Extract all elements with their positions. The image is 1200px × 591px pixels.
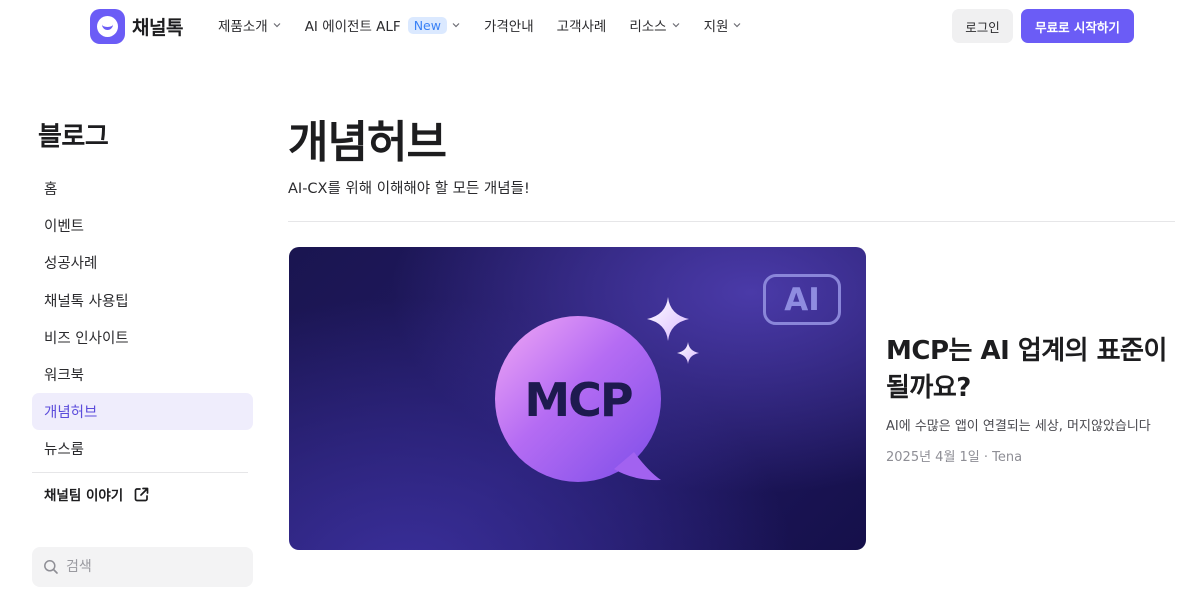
nav-item-label: 가격안내 <box>483 19 534 35</box>
external-link-label: 채널팀 이야기 <box>44 488 124 504</box>
sidebar-item-events[interactable]: 이벤트 <box>32 207 253 244</box>
main-divider <box>288 221 1175 222</box>
page-title: 개념허브 <box>288 117 447 168</box>
page-description: AI-CX를 위해 이해해야 할 모든 개념들! <box>288 181 530 197</box>
featured-post-thumbnail[interactable]: AI MCP <box>289 247 866 550</box>
nav-item-label: 리소스 <box>629 19 667 35</box>
external-link-icon <box>134 487 149 501</box>
thumbnail-text: MCP <box>524 373 633 427</box>
nav-item-products[interactable]: 제품소개 <box>218 15 282 35</box>
sparkle-icon <box>647 297 689 341</box>
search-input[interactable] <box>66 559 226 575</box>
nav-item-label: 지원 <box>703 19 729 35</box>
nav-item-label: 고객사례 <box>556 19 607 35</box>
nav-item-customers[interactable]: 고객사례 <box>557 15 607 35</box>
main-nav: 제품소개 AI 에이전트 ALF New 가격안내 고객사례 리소스 지원 <box>218 14 765 36</box>
featured-post-summary: AI에 수많은 앱이 연결되는 세상, 머지않았습니다 <box>886 419 1151 434</box>
chevron-down-icon <box>672 23 680 28</box>
sidebar-item-biz-insight[interactable]: 비즈 인사이트 <box>32 319 253 356</box>
sidebar-item-tips[interactable]: 채널톡 사용팁 <box>32 282 253 319</box>
sidebar-item-success-stories[interactable]: 성공사례 <box>32 244 253 281</box>
sidebar-title: 블로그 <box>38 122 109 152</box>
nav-item-label: AI 에이전트 ALF <box>304 19 401 35</box>
sidebar-item-workbook[interactable]: 워크북 <box>32 356 253 393</box>
logo-text: 채널톡 <box>132 17 183 39</box>
nav-item-label: 제품소개 <box>218 19 268 35</box>
nav-item-pricing[interactable]: 가격안내 <box>484 15 534 35</box>
sidebar-nav: 홈 이벤트 성공사례 채널톡 사용팁 비즈 인사이트 워크북 개념허브 뉴스룸 <box>32 170 253 468</box>
featured-post-title[interactable]: MCP는 AI 업계의 표준이 될까요? <box>886 333 1186 407</box>
sidebar-item-newsroom[interactable]: 뉴스룸 <box>32 430 253 467</box>
logo-mark <box>90 9 125 44</box>
sparkle-icon <box>677 342 699 364</box>
ai-badge: AI <box>763 274 841 325</box>
sidebar-external-link[interactable]: 채널팀 이야기 <box>44 484 150 504</box>
sidebar-divider <box>32 472 248 473</box>
chevron-down-icon <box>734 23 741 28</box>
chevron-down-icon <box>452 23 460 28</box>
search-box[interactable] <box>32 547 253 587</box>
sidebar-item-home[interactable]: 홈 <box>32 170 253 207</box>
sidebar-item-concept-hub[interactable]: 개념허브 <box>32 393 253 431</box>
nav-item-alf[interactable]: AI 에이전트 ALF New <box>305 15 461 35</box>
new-badge: New <box>407 16 447 34</box>
start-free-button[interactable]: 무료로 시작하기 <box>1021 9 1134 43</box>
logo[interactable]: 채널톡 <box>90 9 183 44</box>
login-button[interactable]: 로그인 <box>952 9 1013 43</box>
nav-item-support[interactable]: 지원 <box>704 15 743 35</box>
featured-post-meta: 2025년 4월 1일 · Tena <box>886 450 1023 465</box>
search-icon <box>44 560 58 574</box>
chevron-down-icon <box>273 23 281 28</box>
top-header: 채널톡 제품소개 AI 에이전트 ALF New 가격안내 고객사례 리소스 지… <box>0 0 1200 52</box>
nav-item-resources[interactable]: 리소스 <box>629 15 680 35</box>
